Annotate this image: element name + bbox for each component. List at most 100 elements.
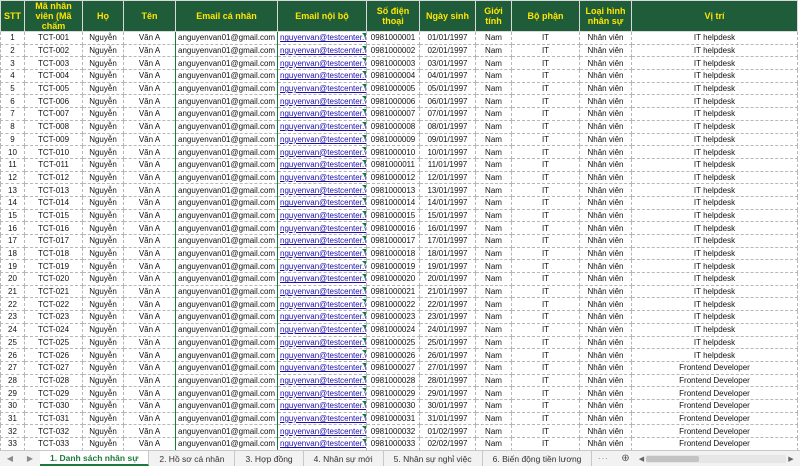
cell-birthdate[interactable]: 25/01/1997	[419, 335, 476, 350]
sheet-tab-6[interactable]: 6. Biến động tiền lương	[483, 451, 593, 466]
cell-first-name[interactable]: Văn A	[123, 424, 176, 438]
cell-birthdate[interactable]: 10/01/1997	[419, 145, 476, 159]
cell-personal-email[interactable]: anguyenvan01@gmail.com	[175, 221, 278, 235]
cell-employee-code[interactable]: TCT-015	[24, 208, 83, 223]
cell-employee-code[interactable]: TCT-019	[24, 259, 83, 274]
cell-internal-email[interactable]: nguyenvan@testcenter.v	[277, 297, 367, 312]
cell-gender[interactable]: Nam	[475, 424, 512, 438]
cell-personal-email[interactable]: anguyenvan01@gmail.com	[175, 259, 278, 274]
cell-position[interactable]: IT helpdesk	[631, 56, 798, 71]
cell-employment-type[interactable]: Nhân viên	[579, 195, 632, 210]
cell-employment-type[interactable]: Nhân viên	[579, 272, 632, 286]
cell-position[interactable]: IT helpdesk	[631, 132, 798, 147]
cell-stt[interactable]: 13	[0, 183, 25, 197]
cell-first-name[interactable]: Văn A	[123, 56, 176, 71]
cell-phone[interactable]: 0981000015	[366, 208, 420, 223]
cell-first-name[interactable]: Văn A	[123, 31, 176, 45]
cell-stt[interactable]: 26	[0, 348, 25, 362]
cell-first-name[interactable]: Văn A	[123, 195, 176, 210]
cell-first-name[interactable]: Văn A	[123, 322, 176, 337]
cell-employee-code[interactable]: TCT-024	[24, 322, 83, 337]
cell-employee-code[interactable]: TCT-012	[24, 170, 83, 185]
cell-birthdate[interactable]: 01/01/1997	[419, 31, 476, 45]
cell-stt[interactable]: 15	[0, 208, 25, 223]
cell-gender[interactable]: Nam	[475, 157, 512, 172]
cell-birthdate[interactable]: 29/01/1997	[419, 386, 476, 400]
cell-position[interactable]: IT helpdesk	[631, 310, 798, 324]
cell-first-name[interactable]: Văn A	[123, 221, 176, 235]
cell-department[interactable]: IT	[511, 360, 580, 375]
cell-stt[interactable]: 30	[0, 398, 25, 413]
cell-birthdate[interactable]: 27/01/1997	[419, 360, 476, 375]
cell-first-name[interactable]: Văn A	[123, 373, 176, 388]
cell-stt[interactable]: 3	[0, 56, 25, 71]
cell-birthdate[interactable]: 19/01/1997	[419, 259, 476, 274]
cell-position[interactable]: Frontend Developer	[631, 386, 798, 400]
cell-department[interactable]: IT	[511, 373, 580, 388]
col-header-personal-email[interactable]: Email cá nhân	[175, 0, 278, 32]
cell-first-name[interactable]: Văn A	[123, 386, 176, 400]
cell-phone[interactable]: 0981000032	[366, 424, 420, 438]
cell-stt[interactable]: 8	[0, 119, 25, 134]
cell-gender[interactable]: Nam	[475, 411, 512, 426]
cell-employee-code[interactable]: TCT-009	[24, 132, 83, 147]
cell-department[interactable]: IT	[511, 81, 580, 96]
cell-birthdate[interactable]: 15/01/1997	[419, 208, 476, 223]
cell-position[interactable]: IT helpdesk	[631, 43, 798, 58]
cell-department[interactable]: IT	[511, 234, 580, 248]
cell-employment-type[interactable]: Nhân viên	[579, 31, 632, 45]
cell-internal-email[interactable]: nguyenvan@testcenter.v	[277, 246, 367, 261]
cell-employment-type[interactable]: Nhân viên	[579, 386, 632, 400]
cell-stt[interactable]: 20	[0, 272, 25, 286]
cell-first-name[interactable]: Văn A	[123, 335, 176, 350]
cell-first-name[interactable]: Văn A	[123, 81, 176, 96]
cell-birthdate[interactable]: 04/01/1997	[419, 69, 476, 83]
cell-position[interactable]: IT helpdesk	[631, 69, 798, 83]
cell-department[interactable]: IT	[511, 145, 580, 159]
cell-department[interactable]: IT	[511, 386, 580, 400]
cell-position[interactable]: Frontend Developer	[631, 360, 798, 375]
cell-stt[interactable]: 25	[0, 335, 25, 350]
cell-birthdate[interactable]: 05/01/1997	[419, 81, 476, 96]
cell-internal-email[interactable]: nguyenvan@testcenter.v	[277, 81, 367, 96]
cell-last-name[interactable]: Nguyễn	[82, 208, 124, 223]
cell-personal-email[interactable]: anguyenvan01@gmail.com	[175, 81, 278, 96]
cell-position[interactable]: IT helpdesk	[631, 81, 798, 96]
cell-position[interactable]: IT helpdesk	[631, 259, 798, 274]
cell-internal-email[interactable]: nguyenvan@testcenter.v	[277, 348, 367, 362]
cell-last-name[interactable]: Nguyễn	[82, 335, 124, 350]
cell-position[interactable]: IT helpdesk	[631, 157, 798, 172]
cell-position[interactable]: IT helpdesk	[631, 94, 798, 109]
cell-birthdate[interactable]: 31/01/1997	[419, 411, 476, 426]
cell-employee-code[interactable]: TCT-011	[24, 157, 83, 172]
cell-first-name[interactable]: Văn A	[123, 43, 176, 58]
cell-employee-code[interactable]: TCT-005	[24, 81, 83, 96]
arrow-right-icon[interactable]: ▶	[786, 455, 796, 463]
cell-personal-email[interactable]: anguyenvan01@gmail.com	[175, 322, 278, 337]
cell-birthdate[interactable]: 09/01/1997	[419, 132, 476, 147]
arrow-left-icon[interactable]: ◀	[636, 455, 646, 463]
cell-phone[interactable]: 0981000012	[366, 170, 420, 185]
cell-internal-email[interactable]: nguyenvan@testcenter.v	[277, 360, 367, 375]
cell-employment-type[interactable]: Nhân viên	[579, 398, 632, 413]
cell-gender[interactable]: Nam	[475, 107, 512, 121]
cell-stt[interactable]: 24	[0, 322, 25, 337]
cell-department[interactable]: IT	[511, 56, 580, 71]
cell-last-name[interactable]: Nguyễn	[82, 322, 124, 337]
cell-stt[interactable]: 22	[0, 297, 25, 312]
cell-stt[interactable]: 28	[0, 373, 25, 388]
cell-internal-email[interactable]: nguyenvan@testcenter.v	[277, 310, 367, 324]
cell-first-name[interactable]: Văn A	[123, 398, 176, 413]
cell-last-name[interactable]: Nguyễn	[82, 386, 124, 400]
cell-employment-type[interactable]: Nhân viên	[579, 411, 632, 426]
cell-last-name[interactable]: Nguyễn	[82, 31, 124, 45]
cell-internal-email[interactable]: nguyenvan@testcenter.v	[277, 335, 367, 350]
cell-birthdate[interactable]: 16/01/1997	[419, 221, 476, 235]
cell-stt[interactable]: 32	[0, 424, 25, 438]
cell-birthdate[interactable]: 01/02/1997	[419, 424, 476, 438]
col-header-internal-email[interactable]: Email nội bộ	[277, 0, 367, 32]
cell-birthdate[interactable]: 24/01/1997	[419, 322, 476, 337]
cell-employee-code[interactable]: TCT-002	[24, 43, 83, 58]
cell-internal-email[interactable]: nguyenvan@testcenter.v	[277, 195, 367, 210]
cell-birthdate[interactable]: 03/01/1997	[419, 56, 476, 71]
